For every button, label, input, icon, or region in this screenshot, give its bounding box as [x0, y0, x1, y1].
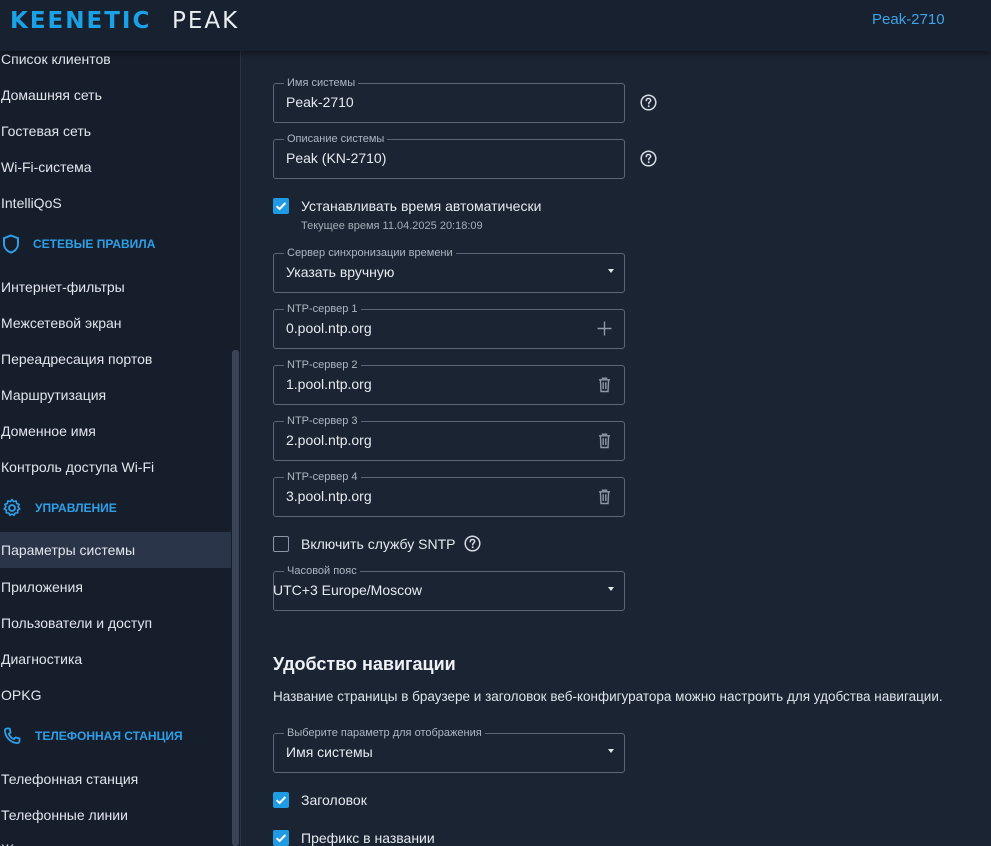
system-description-field[interactable]: Описание системы Peak (KN-2710) [273, 132, 625, 179]
device-name-link[interactable]: Peak-2710 [872, 11, 945, 28]
main-content: Имя системы Peak-2710 Описание системы P… [241, 51, 991, 846]
brand-logo[interactable]: KEENETIC [10, 8, 151, 34]
field-label: NTP-сервер 2 [284, 358, 361, 372]
dropdown-arrow-icon [608, 269, 614, 273]
sntp-label: Включить службу SNTP [301, 536, 456, 552]
trash-icon[interactable] [596, 432, 613, 449]
help-icon[interactable] [640, 150, 657, 167]
top-bar: KEENETIC PEAK Peak-2710 [0, 0, 991, 51]
ntp-server-3-field[interactable]: NTP-сервер 3 2.pool.ntp.org [273, 414, 625, 461]
current-time-text: Текущее время 11.04.2025 20:18:09 [301, 220, 483, 232]
sidebar-section-network-rules: СЕТЕВЫЕ ПРАВИЛА [0, 234, 155, 254]
sidebar: Список клиентов Домашняя сеть Гостевая с… [0, 51, 241, 846]
phone-icon [4, 727, 21, 744]
field-label: Имя системы [284, 76, 359, 90]
dropdown-arrow-icon [608, 749, 614, 753]
field-value: Указать вручную [286, 264, 395, 280]
field-value[interactable]: 0.pool.ntp.org [286, 320, 372, 336]
field-value[interactable]: 1.pool.ntp.org [286, 376, 372, 392]
sidebar-section-label: СЕТЕВЫЕ ПРАВИЛА [33, 237, 156, 251]
field-label: Описание системы [284, 132, 388, 146]
checkmark-icon [275, 834, 287, 843]
sidebar-item-opkg[interactable]: OPKG [1, 687, 41, 703]
auto-time-checkbox[interactable] [273, 198, 289, 214]
sidebar-item-telephone-lines[interactable]: Телефонные линии [1, 807, 128, 823]
sidebar-section-management: УПРАВЛЕНИЕ [0, 498, 117, 518]
sidebar-item-applications[interactable]: Приложения [1, 579, 83, 595]
field-label: NTP-сервер 3 [284, 414, 361, 428]
heading-checkbox[interactable] [273, 792, 289, 808]
timezone-select[interactable]: Часовой пояс UTC+3 Europe/Moscow [273, 564, 625, 611]
sidebar-section-label: УПРАВЛЕНИЕ [35, 501, 117, 515]
checkmark-icon [275, 202, 287, 211]
field-value[interactable]: Peak (KN-2710) [286, 150, 386, 166]
checkmark-icon [275, 796, 287, 805]
field-value: UTC+3 Europe/Moscow [273, 582, 423, 598]
ntp-server-2-field[interactable]: NTP-сервер 2 1.pool.ntp.org [273, 358, 625, 405]
sidebar-item-clients[interactable]: Список клиентов [1, 51, 111, 67]
field-label: NTP-сервер 4 [284, 470, 361, 484]
trash-icon[interactable] [596, 376, 613, 393]
time-server-select[interactable]: Сервер синхронизации времени Указать вру… [273, 246, 625, 293]
field-value: Имя системы [286, 744, 373, 760]
sidebar-item-users-access[interactable]: Пользователи и доступ [1, 615, 152, 631]
sidebar-item-port-forwarding[interactable]: Переадресация портов [1, 351, 152, 367]
heading-label: Заголовок [301, 792, 367, 808]
sidebar-section-telephony: ТЕЛЕФОННАЯ СТАНЦИЯ [0, 726, 183, 746]
sidebar-item-internet-filters[interactable]: Интернет-фильтры [1, 279, 125, 295]
sidebar-item-firewall[interactable]: Межсетевой экран [1, 315, 122, 331]
ntp-server-1-field[interactable]: NTP-сервер 1 0.pool.ntp.org [273, 302, 625, 349]
sidebar-item-intelliqos[interactable]: IntelliQoS [1, 195, 62, 211]
field-label: NTP-сервер 1 [284, 302, 361, 316]
sntp-checkbox[interactable] [273, 536, 289, 552]
sidebar-item-wifi-access-control[interactable]: Контроль доступа Wi-Fi [1, 459, 154, 475]
ntp-server-4-field[interactable]: NTP-сервер 4 3.pool.ntp.org [273, 470, 625, 517]
sidebar-item-telephony-station[interactable]: Телефонная станция [1, 771, 138, 787]
field-label: Сервер синхронизации времени [284, 246, 456, 260]
prefix-checkbox[interactable] [273, 830, 289, 846]
field-value[interactable]: 2.pool.ntp.org [286, 432, 372, 448]
brand-model: PEAK [172, 8, 240, 34]
sidebar-item-guest-network[interactable]: Гостевая сеть [1, 123, 91, 139]
nav-section-title: Удобство навигации [273, 654, 456, 674]
sidebar-scrollbar[interactable] [231, 350, 240, 846]
system-name-field[interactable]: Имя системы Peak-2710 [273, 76, 625, 123]
sidebar-item-domain-name[interactable]: Доменное имя [1, 423, 96, 439]
sidebar-scrollbar-thumb[interactable] [232, 350, 239, 846]
sidebar-item-diagnostics[interactable]: Диагностика [1, 651, 82, 667]
prefix-label: Префикс в названии [301, 830, 435, 846]
dropdown-arrow-icon [608, 587, 614, 591]
sidebar-item-routing[interactable]: Маршрутизация [1, 387, 106, 403]
sidebar-item-wifi-system[interactable]: Wi-Fi-система [1, 159, 92, 175]
trash-icon[interactable] [596, 488, 613, 505]
field-value[interactable]: Peak-2710 [286, 94, 354, 110]
field-value[interactable]: 3.pool.ntp.org [286, 488, 372, 504]
auto-time-label: Устанавливать время автоматически [301, 198, 542, 214]
plus-icon[interactable] [596, 320, 613, 337]
sidebar-section-label: ТЕЛЕФОННАЯ СТАНЦИЯ [35, 729, 183, 743]
gear-icon [3, 498, 21, 517]
sidebar-item-home-network[interactable]: Домашняя сеть [1, 87, 102, 103]
nav-section-description: Название страницы в браузере и заголовок… [273, 689, 943, 704]
sidebar-item-system-settings[interactable]: Параметры системы [0, 532, 231, 568]
field-label: Часовой пояс [284, 564, 360, 578]
display-param-select[interactable]: Выберите параметр для отображения Имя си… [273, 726, 625, 773]
shield-icon [3, 234, 19, 254]
field-label: Выберите параметр для отображения [284, 726, 485, 740]
sidebar-item-partial: Ж [1, 841, 14, 846]
help-icon[interactable] [640, 94, 657, 111]
help-icon[interactable] [464, 535, 481, 552]
